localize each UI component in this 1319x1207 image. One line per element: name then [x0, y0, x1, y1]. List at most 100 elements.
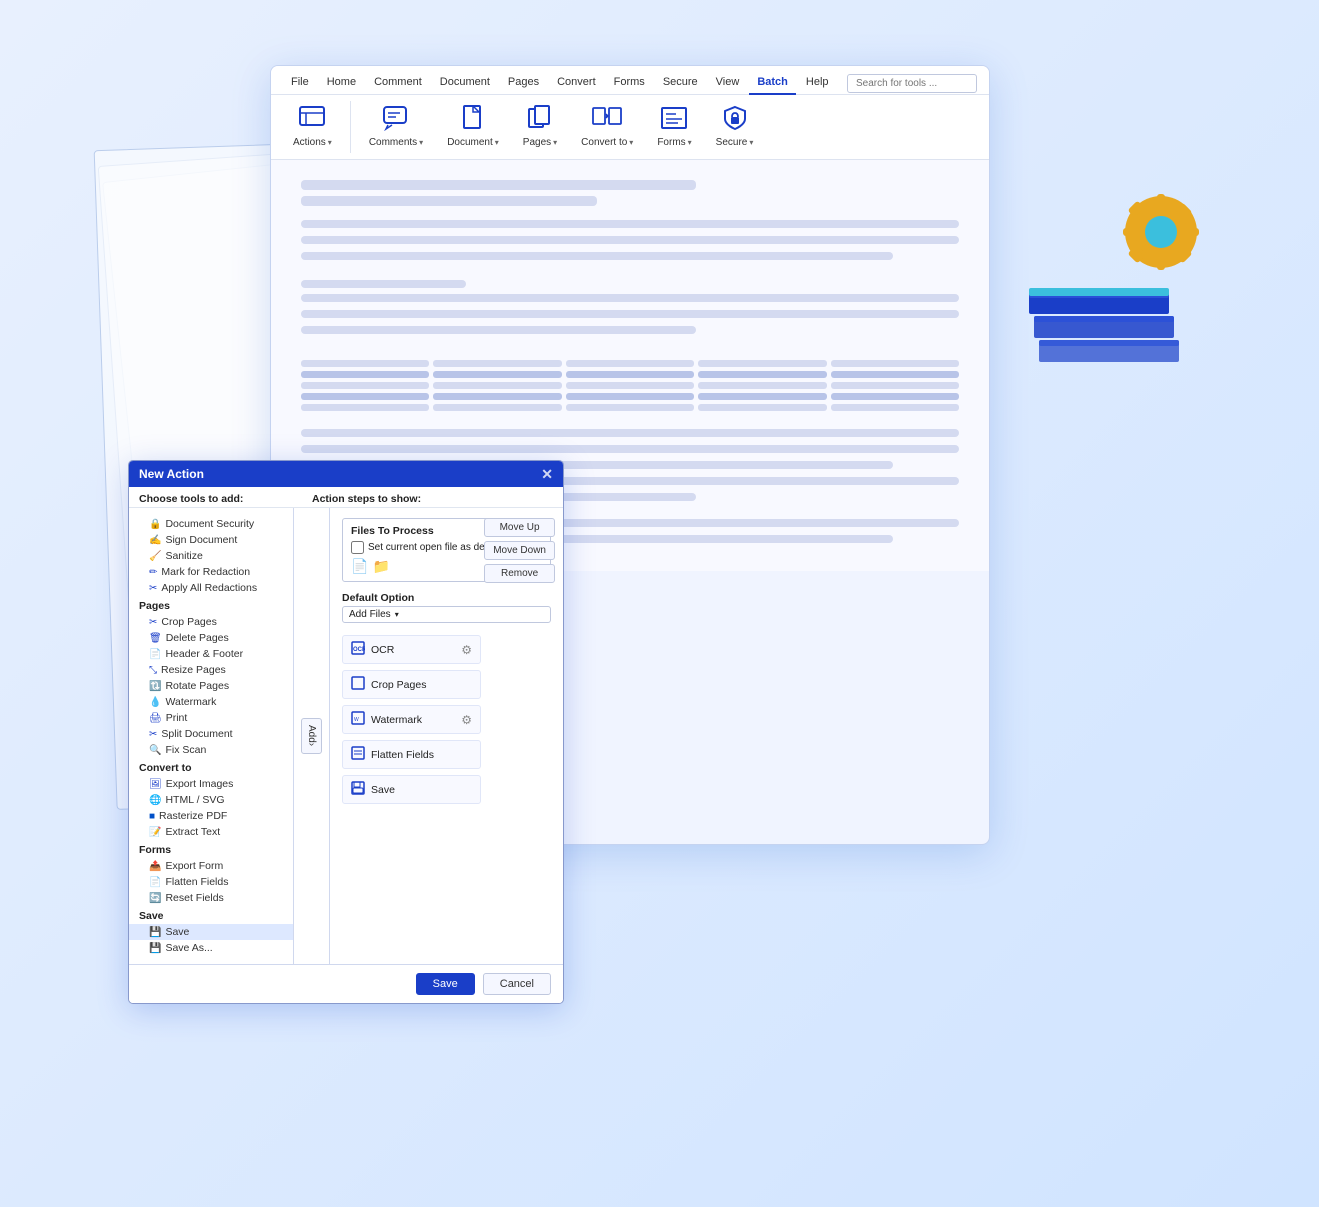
convert-button[interactable]: Convert to ▾ [571, 101, 643, 152]
tools-item-delete-pages[interactable]: 🗑Delete Pages [129, 630, 293, 646]
tools-item-header-footer[interactable]: 📄Header & Footer [129, 646, 293, 662]
tab-file[interactable]: File [283, 72, 317, 95]
save-icon [351, 781, 365, 798]
search-bar[interactable] [847, 74, 977, 93]
tools-item-sanitize[interactable]: 🧹 Sanitize [129, 548, 293, 564]
tools-item-document-security[interactable]: 🔒 Document Security [129, 516, 293, 532]
tools-item-extract-text[interactable]: 📝Extract Text [129, 824, 293, 840]
svg-text:OCR: OCR [353, 647, 365, 653]
steps-panel-label: Action steps to show: [304, 493, 553, 505]
new-action-dialog: New Action ✕ Choose tools to add: Action… [128, 460, 564, 1004]
forms-button[interactable]: Forms ▾ [647, 101, 701, 152]
tools-item-rasterize-pdf[interactable]: ■Rasterize PDF [129, 808, 293, 824]
tools-item-resize-pages[interactable]: ⤡Resize Pages [129, 662, 293, 678]
actions-icon [298, 105, 326, 135]
save-section-header: Save [129, 906, 293, 924]
secure-button[interactable]: Secure ▾ [706, 101, 764, 152]
tools-item-crop-pages[interactable]: ✂Crop Pages [129, 614, 293, 630]
secure-icon [721, 105, 749, 135]
step-watermark[interactable]: W Watermark ⚙ [342, 705, 481, 734]
tools-item-mark-redaction[interactable]: ✏ Mark for Redaction [129, 564, 293, 580]
watermark-icon: W [351, 711, 365, 728]
tools-item-split-document[interactable]: ✂Split Document [129, 726, 293, 742]
sign-document-icon: ✍ [149, 535, 161, 546]
dialog-save-button[interactable]: Save [416, 973, 475, 995]
set-current-file-checkbox[interactable] [351, 541, 364, 554]
tab-view[interactable]: View [708, 72, 748, 95]
tools-item-rotate-pages[interactable]: 🔃Rotate Pages [129, 678, 293, 694]
tools-panel-label: Choose tools to add: [139, 493, 304, 505]
search-input[interactable] [847, 74, 977, 93]
pages-button[interactable]: Pages ▾ [513, 101, 567, 152]
add-step-button[interactable]: Add› [301, 718, 322, 753]
document-button[interactable]: Document ▾ [437, 101, 509, 152]
ribbon: File Home Comment Document Pages Convert… [271, 66, 989, 160]
tools-panel: 🔒 Document Security ✍ Sign Document 🧹 Sa… [129, 508, 294, 964]
step-watermark-settings[interactable]: ⚙ [461, 713, 472, 727]
step-flatten-fields[interactable]: Flatten Fields [342, 740, 481, 769]
tab-forms[interactable]: Forms [606, 72, 653, 95]
dialog-cancel-button[interactable]: Cancel [483, 973, 551, 995]
tab-help[interactable]: Help [798, 72, 837, 95]
convert-label: Convert to ▾ [581, 137, 633, 148]
step-crop-pages[interactable]: Crop Pages [342, 670, 481, 699]
move-down-button[interactable]: Move Down [484, 541, 555, 560]
tab-batch[interactable]: Batch [749, 72, 796, 95]
convert-to-section-header: Convert to [129, 758, 293, 776]
step-ocr-label: OCR [371, 644, 455, 656]
actions-button[interactable]: Actions ▾ [283, 101, 342, 152]
stack-icon [1019, 180, 1219, 385]
pages-icon [526, 105, 554, 135]
tab-comment[interactable]: Comment [366, 72, 430, 95]
add-file-icon[interactable]: 📄 [351, 558, 368, 575]
tools-item-flatten-fields[interactable]: 📄Flatten Fields [129, 874, 293, 890]
comments-button[interactable]: Comments ▾ [359, 101, 433, 152]
step-save-label: Save [371, 784, 472, 796]
step-crop-pages-label: Crop Pages [371, 679, 472, 691]
tab-convert[interactable]: Convert [549, 72, 604, 95]
step-flatten-fields-label: Flatten Fields [371, 749, 472, 761]
tab-pages[interactable]: Pages [500, 72, 547, 95]
forms-label: Forms ▾ [657, 137, 691, 148]
step-ocr-settings[interactable]: ⚙ [461, 643, 472, 657]
crop-pages-icon [351, 676, 365, 693]
tools-item-export-images[interactable]: 🖼Export Images [129, 776, 293, 792]
remove-button[interactable]: Remove [484, 564, 555, 583]
apply-redactions-icon: ✂ [149, 583, 157, 594]
default-option-row: Default Option [342, 592, 551, 604]
secure-label: Secure ▾ [716, 137, 754, 148]
default-option-chevron: ▾ [395, 610, 399, 619]
comments-icon [382, 105, 410, 135]
forms-section-header: Forms [129, 840, 293, 858]
default-option-label: Default Option [342, 592, 414, 604]
ribbon-divider-1 [350, 101, 351, 153]
default-option-select[interactable]: Add Files ▾ [342, 606, 551, 623]
tools-item-export-form[interactable]: 📤Export Form [129, 858, 293, 874]
tools-item-watermark[interactable]: 💧Watermark [129, 694, 293, 710]
pages-label: Pages ▾ [523, 137, 557, 148]
document-label: Document ▾ [447, 137, 499, 148]
tools-item-reset-fields[interactable]: 🔄Reset Fields [129, 890, 293, 906]
tools-item-save[interactable]: 💾Save [129, 924, 293, 940]
sanitize-icon: 🧹 [149, 551, 161, 562]
document-icon [459, 105, 487, 135]
tools-item-sign-document[interactable]: ✍ Sign Document [129, 532, 293, 548]
flatten-fields-icon [351, 746, 365, 763]
dialog-footer: Save Cancel [129, 964, 563, 1003]
tools-item-save-as[interactable]: 💾Save As... [129, 940, 293, 956]
tools-item-fix-scan[interactable]: 🔍Fix Scan [129, 742, 293, 758]
open-folder-icon[interactable]: 📁 [372, 558, 389, 575]
move-up-button[interactable]: Move Up [484, 518, 555, 537]
step-ocr[interactable]: OCR OCR ⚙ [342, 635, 481, 664]
tools-item-apply-redactions[interactable]: ✂ Apply All Redactions [129, 580, 293, 596]
step-watermark-label: Watermark [371, 714, 455, 726]
tab-document[interactable]: Document [432, 72, 498, 95]
tools-item-html-svg[interactable]: 🌐HTML / SVG [129, 792, 293, 808]
ribbon-tools: Actions ▾ Comments ▾ [271, 95, 989, 159]
tab-secure[interactable]: Secure [655, 72, 706, 95]
dialog-titlebar: New Action ✕ [129, 461, 563, 487]
tools-item-print[interactable]: 🖨Print [129, 710, 293, 726]
tab-home[interactable]: Home [319, 72, 364, 95]
step-save[interactable]: Save [342, 775, 481, 804]
dialog-close-button[interactable]: ✕ [541, 467, 553, 481]
